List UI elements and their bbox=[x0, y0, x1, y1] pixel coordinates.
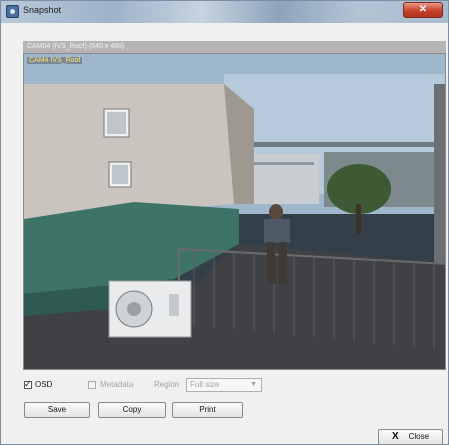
osd-overlay-text: CAM4 IVS_Roof bbox=[27, 57, 83, 64]
chevron-down-icon: ▼ bbox=[250, 381, 257, 388]
region-select-value: Full size bbox=[190, 380, 220, 389]
metadata-label: Metadata bbox=[100, 380, 134, 389]
rooftop-scene-image bbox=[24, 54, 445, 369]
snapshot-image: CAM4 IVS_Roof bbox=[23, 53, 446, 370]
print-button[interactable]: Print bbox=[172, 402, 243, 418]
title-bar[interactable]: Snapshot ✕ bbox=[1, 1, 448, 23]
close-button[interactable]: X Close bbox=[378, 429, 443, 445]
copy-button[interactable]: Copy bbox=[98, 402, 166, 418]
save-button[interactable]: Save bbox=[24, 402, 90, 418]
close-icon: X bbox=[391, 431, 399, 442]
region-label: Region bbox=[154, 380, 180, 389]
window-title: Snapshot bbox=[23, 5, 62, 15]
osd-label: OSD bbox=[35, 380, 53, 389]
window-close-button[interactable]: ✕ bbox=[403, 2, 443, 18]
region-select[interactable]: Full size ▼ bbox=[186, 378, 262, 392]
osd-checkbox[interactable] bbox=[24, 379, 32, 390]
camera-app-icon bbox=[6, 5, 19, 18]
snapshot-window: Snapshot ✕ CAM04 (IVS_Roof) (640 x 480) bbox=[0, 0, 449, 445]
camera-info-bar: CAM04 (IVS_Roof) (640 x 480) bbox=[23, 41, 446, 53]
close-button-label: Close bbox=[408, 432, 430, 441]
metadata-checkbox[interactable] bbox=[88, 381, 96, 389]
